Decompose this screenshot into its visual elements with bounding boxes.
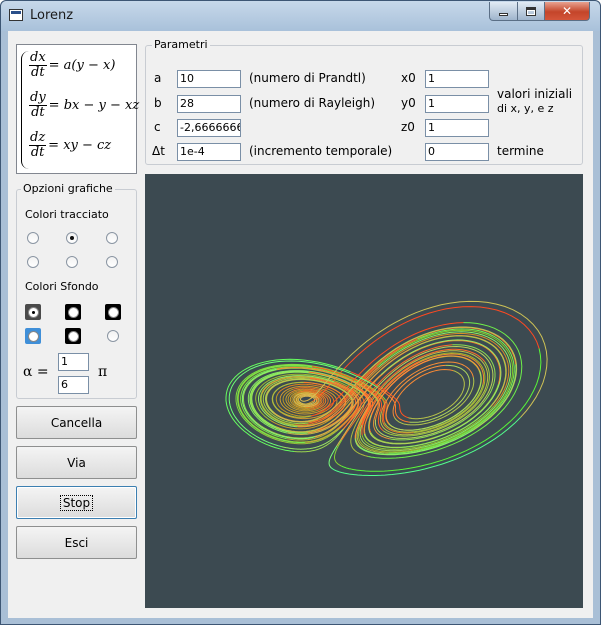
eq-dz-denominator: dt: [30, 145, 45, 160]
attractor-segment: [328, 445, 338, 469]
lorenz-equations: dx dt = a(y − x) dy dt = bx − y − xz dz dt …: [16, 44, 139, 174]
bg-color-radio-6[interactable]: [107, 330, 119, 342]
attractor-segment: [408, 370, 465, 420]
trace-color-radio-2[interactable]: [66, 232, 78, 244]
cancella-button[interactable]: Cancella: [16, 406, 137, 439]
eq-dz-numerator: dz: [29, 130, 47, 146]
bg-swatch-5-radio: [67, 330, 79, 342]
attractor-segment: [385, 400, 411, 431]
cancella-button-label: Cancella: [50, 415, 103, 430]
client-area: dx dt = a(y − x) dy dt = bx − y − xz dz dt …: [8, 31, 593, 618]
close-icon: ✕: [561, 4, 573, 18]
bg-color-swatch-1[interactable]: [25, 304, 41, 320]
alpha-numerator-input[interactable]: 1: [58, 353, 89, 371]
param-b-desc: (numero di Rayleigh): [249, 96, 376, 110]
bg-color-swatch-2[interactable]: [65, 304, 81, 320]
equation-dz: dz dt = xy − cz: [29, 131, 111, 160]
param-a-input[interactable]: 10: [177, 70, 241, 88]
param-b-input[interactable]: 28: [177, 95, 241, 113]
trace-color-radio-1[interactable]: [27, 232, 39, 244]
trace-color-radio-4[interactable]: [27, 256, 39, 268]
param-y0-label: y0: [401, 96, 416, 110]
eq-dy-numerator: dy: [29, 90, 47, 106]
param-dt-desc: (incremento temporale): [249, 144, 393, 158]
param-c-input[interactable]: -2,66666666: [177, 119, 241, 137]
param-x0-input[interactable]: 1: [425, 70, 489, 88]
via-button[interactable]: Via: [16, 446, 137, 479]
attractor-canvas[interactable]: [145, 174, 583, 608]
param-b-label: b: [154, 96, 162, 110]
param-dt-label: Δt: [152, 144, 165, 158]
eq-dx-denominator: dt: [31, 65, 45, 80]
trace-color-radio-6[interactable]: [106, 256, 118, 268]
bg-color-swatch-4[interactable]: [25, 328, 41, 344]
esci-button[interactable]: Esci: [16, 526, 137, 559]
param-c-label: c: [154, 120, 161, 134]
via-button-label: Via: [67, 455, 86, 470]
close-button[interactable]: ✕: [544, 2, 590, 21]
bg-color-swatch-5[interactable]: [65, 328, 81, 344]
lorenz-attractor-plot: [225, 300, 548, 476]
equation-dy: dy dt = bx − y − xz: [29, 91, 139, 120]
param-z0-input[interactable]: 1: [425, 119, 489, 137]
parametri-group: Parametri a 10 (numero di Prandtl) b 28 …: [145, 38, 583, 165]
bg-swatch-4-radio: [27, 330, 39, 342]
window-icon[interactable]: [9, 9, 23, 21]
alpha-label: α =: [23, 364, 49, 380]
bg-swatch-3-radio: [107, 306, 119, 318]
initial-values-note: valori iniziali: [497, 87, 573, 101]
maximize-icon: [526, 6, 536, 16]
eq-dx-numerator: dx: [29, 50, 47, 66]
parametri-title: Parametri: [152, 38, 210, 51]
maximize-button[interactable]: [517, 2, 545, 21]
attractor-segment: [348, 326, 518, 431]
param-a-desc: (numero di Prandtl): [249, 71, 366, 85]
trace-color-radio-3[interactable]: [106, 232, 118, 244]
param-x0-label: x0: [401, 71, 416, 85]
window-title: Lorenz: [30, 8, 74, 23]
param-y0-input[interactable]: 1: [425, 95, 489, 113]
colori-tracciato-label: Colori tracciato: [25, 208, 109, 221]
esci-button-label: Esci: [64, 535, 89, 550]
termine-label: termine: [497, 144, 544, 158]
alpha-denominator-input[interactable]: 6: [58, 376, 89, 394]
colori-sfondo-label: Colori Sfondo: [25, 280, 99, 293]
eq-dy-denominator: dt: [31, 105, 45, 120]
opzioni-title: Opzioni grafiche: [21, 182, 115, 195]
eq-dx-rhs: = a(y − x): [48, 58, 116, 73]
stop-button-label: Stop: [59, 494, 94, 511]
eq-dz-rhs: = xy − cz: [48, 138, 112, 153]
pi-label: π: [98, 364, 108, 380]
bg-color-swatch-3[interactable]: [105, 304, 121, 320]
param-a-label: a: [154, 71, 162, 85]
stop-button[interactable]: Stop: [16, 486, 137, 519]
app-window: Lorenz ✕ dx dt = a(y − x) dy dt = bx − y −…: [0, 0, 601, 625]
minimize-button[interactable]: [489, 2, 518, 21]
initial-values-note-2: di x, y, e z: [497, 102, 554, 115]
param-dt-input[interactable]: 1e-4: [177, 143, 241, 161]
param-z0-label: z0: [401, 120, 415, 134]
minimize-icon: [499, 12, 508, 16]
bg-swatch-1-radio: [27, 306, 39, 318]
eq-dy-rhs: = bx − y − xz: [48, 98, 140, 113]
bg-swatch-2-radio: [67, 306, 79, 318]
trace-color-radio-5[interactable]: [66, 256, 78, 268]
opzioni-grafiche-group: Opzioni grafiche Colori tracciato Colori…: [16, 182, 137, 399]
equation-dx: dx dt = a(y − x): [29, 51, 115, 80]
termine-input[interactable]: 0: [425, 143, 489, 161]
title-bar[interactable]: Lorenz ✕: [1, 1, 600, 31]
